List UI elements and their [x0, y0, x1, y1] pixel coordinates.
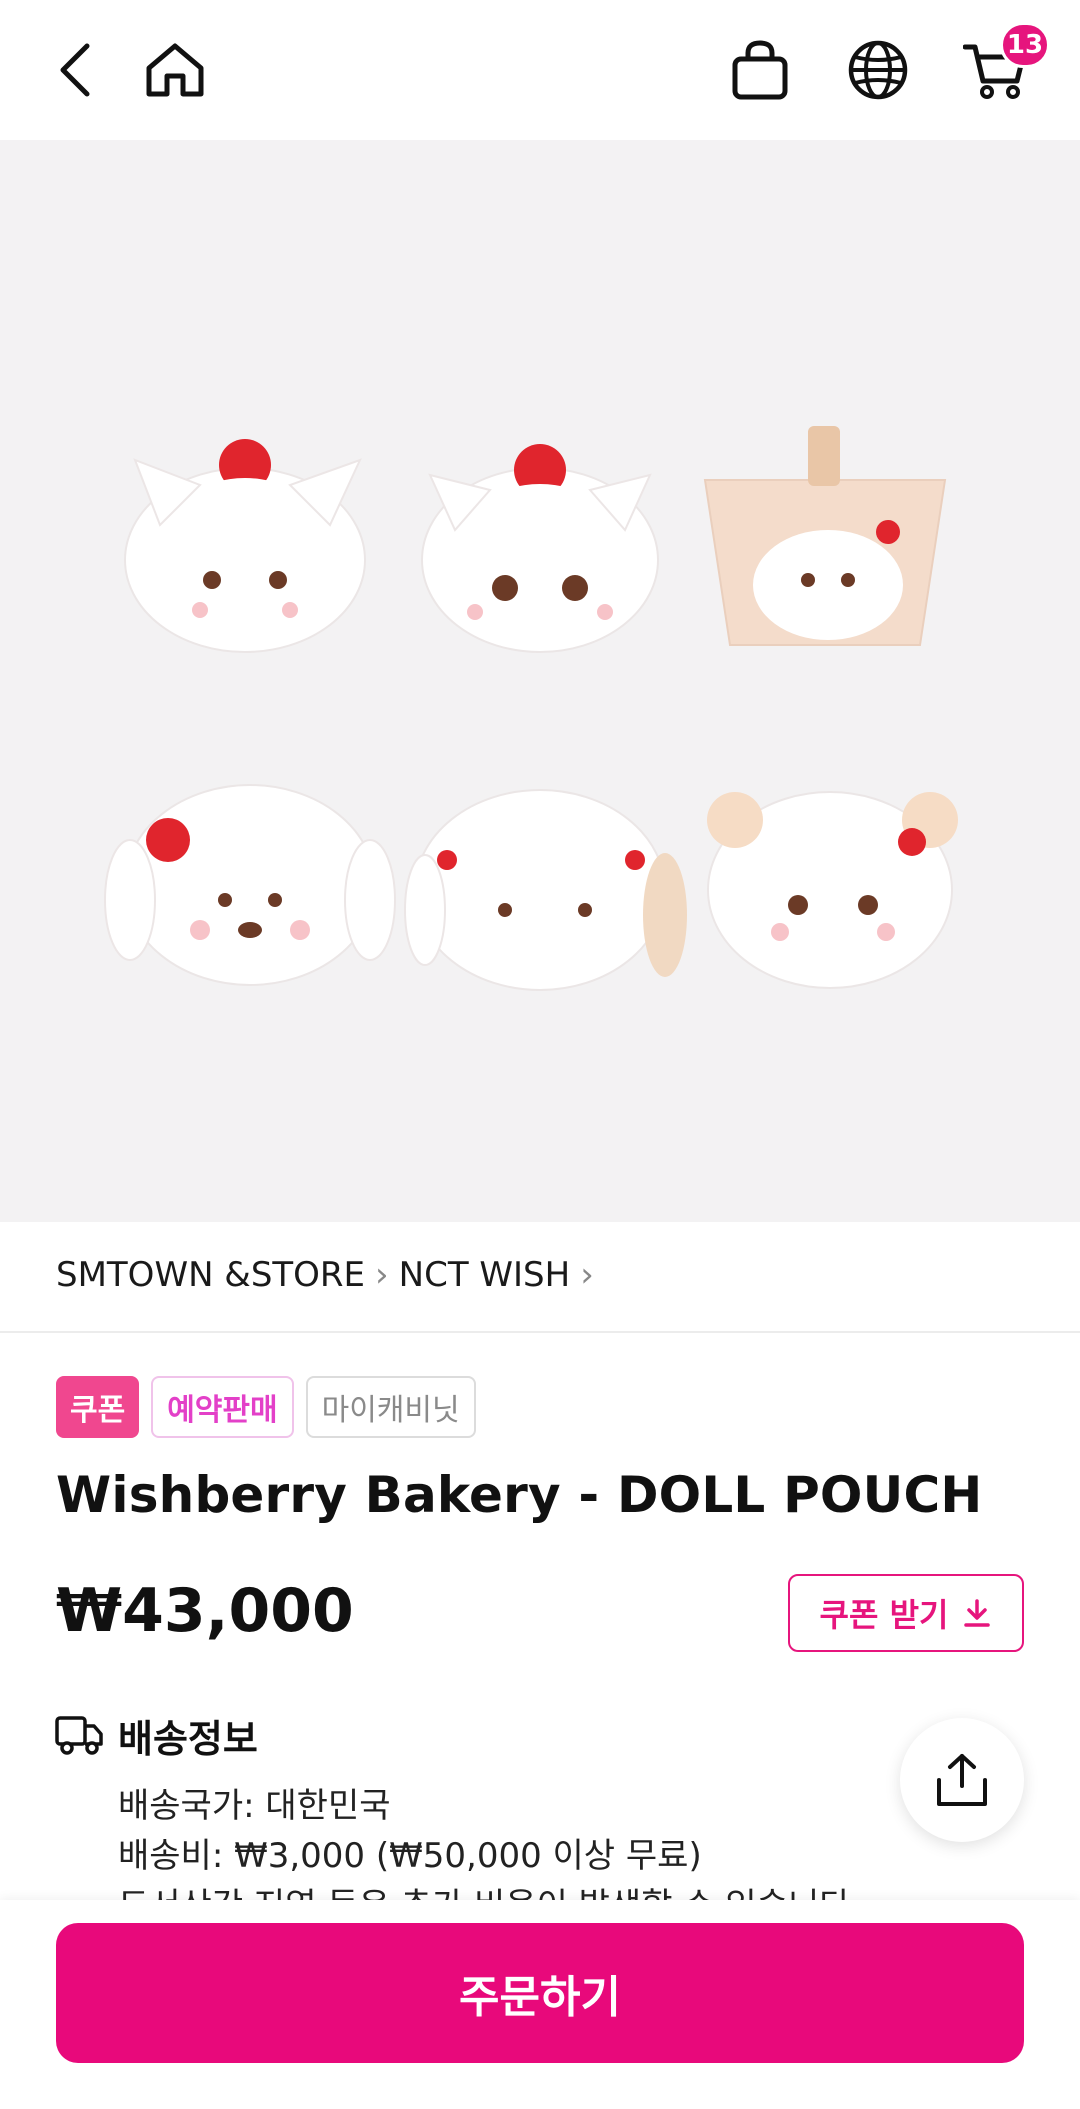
- home-icon[interactable]: [135, 30, 215, 110]
- pouch-image-2: [421, 444, 659, 653]
- globe-icon[interactable]: [838, 30, 918, 110]
- share-button[interactable]: [900, 1718, 1024, 1842]
- product-price: ₩43,000: [56, 1576, 354, 1646]
- shipping-country: 배송국가: 대한민국: [118, 1786, 391, 1826]
- pouch-image-3: [703, 426, 947, 646]
- breadcrumb-item-store[interactable]: SMTOWN &STORE: [56, 1255, 365, 1295]
- back-icon[interactable]: [40, 30, 110, 110]
- pouch-image-4: [104, 784, 396, 986]
- coupon-tag: 쿠폰: [56, 1376, 140, 1438]
- pouch-image-1: [124, 439, 366, 653]
- breadcrumb: SMTOWN &STORE › NCT WISH ›: [56, 1250, 604, 1300]
- product-image[interactable]: [0, 140, 1080, 1222]
- get-coupon-label: 쿠폰 받기: [819, 1596, 949, 1634]
- chevron-right-icon: ›: [580, 1255, 594, 1295]
- share-icon: [937, 1754, 987, 1806]
- preorder-tag: 예약판매: [151, 1376, 294, 1438]
- pouch-image-6: [707, 791, 958, 989]
- shipping-info-title: 배송정보: [118, 1717, 258, 1761]
- divider: [0, 1331, 1080, 1333]
- product-title: Wishberry Bakery - DOLL POUCH: [56, 1466, 983, 1524]
- pouch-image-5: [404, 789, 687, 991]
- mycabinet-tag: 마이캐비닛: [305, 1376, 476, 1438]
- get-coupon-button[interactable]: 쿠폰 받기: [788, 1574, 1024, 1652]
- product-tags: 쿠폰 예약판매 마이캐비닛: [56, 1376, 476, 1438]
- cart-count-badge: 13: [1000, 22, 1050, 68]
- order-button[interactable]: 주문하기: [56, 1923, 1024, 2063]
- chevron-right-icon: ›: [375, 1255, 389, 1295]
- top-navigation-bar: 13: [0, 0, 1080, 140]
- delivery-truck-icon: [54, 1712, 104, 1756]
- shopping-bag-icon[interactable]: [720, 30, 800, 110]
- shipping-fee: 배송비: ₩3,000 (₩50,000 이상 무료): [118, 1836, 702, 1876]
- download-icon: [964, 1599, 991, 1627]
- breadcrumb-item-artist[interactable]: NCT WISH: [399, 1255, 571, 1295]
